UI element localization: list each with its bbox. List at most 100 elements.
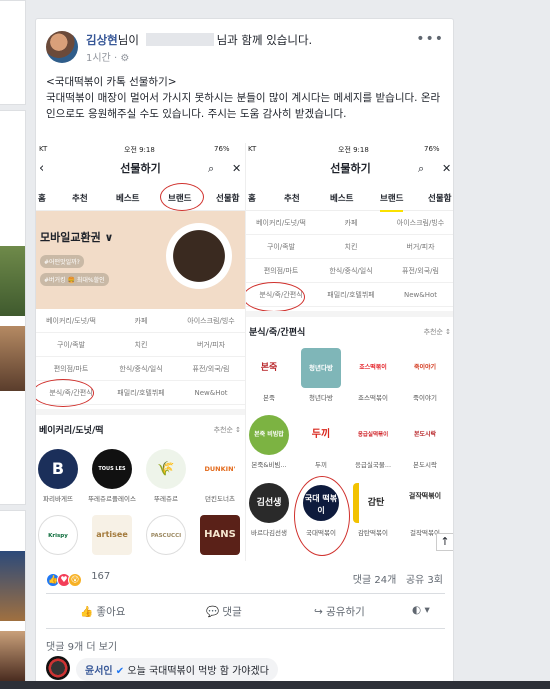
brand-logo[interactable]: 🌾 [146, 449, 186, 489]
tab-brand[interactable]: 브랜드 [380, 192, 404, 212]
commenter-name[interactable]: 윤서인 [85, 666, 113, 677]
view-more-comments-link[interactable]: 댓글 9개 더 보기 [46, 638, 117, 653]
share-count[interactable]: 공유 3회 [406, 575, 443, 586]
left-card-image[interactable] [0, 551, 25, 621]
sort-dropdown[interactable]: 추천순 ↕ [214, 425, 241, 435]
category-item[interactable]: 분식/죽/간편식 [36, 381, 106, 405]
brand-logo[interactable]: artisee [92, 515, 132, 555]
close-icon[interactable]: ✕ [232, 155, 241, 183]
with-prefix: 님이 [117, 33, 143, 47]
banner-tag: #어떤맛일까? [40, 255, 84, 268]
category-item[interactable]: 베이커리/도넛/떡 [36, 309, 106, 333]
post-time[interactable]: 1시간 · ⚙ [86, 49, 129, 64]
thumbs-up-icon: 👍 [80, 606, 97, 618]
brand-logo[interactable]: 죠스떡볶이 [353, 348, 393, 388]
comment-count[interactable]: 댓글 24개 [353, 575, 397, 586]
settings-icon: ⚙ [120, 53, 130, 64]
left-card-image[interactable] [0, 631, 25, 681]
category-item[interactable]: 베이커리/도넛/떡 [246, 211, 316, 235]
category-item[interactable]: 편의점/마트 [246, 259, 316, 283]
close-icon[interactable]: ✕ [442, 155, 451, 183]
category-item[interactable]: 분식/죽/간편식 [246, 283, 316, 307]
reaction-count: 167 [91, 571, 111, 582]
brand-label: 청년다방 [309, 394, 333, 402]
tab-home[interactable]: 홈 [38, 192, 46, 204]
brand-logo[interactable]: 국대 떡볶이 [301, 483, 341, 523]
brand-logo[interactable]: 응급실떡볶이 [353, 415, 393, 455]
brand-logo[interactable]: DUNKIN' [200, 449, 240, 489]
brand-logo[interactable]: 걸작떡볶이 [405, 483, 445, 523]
author-avatar[interactable] [46, 31, 78, 63]
category-item[interactable]: 아이스크림/빙수 [386, 211, 453, 235]
search-icon[interactable]: ⌕ [208, 155, 214, 183]
category-item[interactable]: 퓨전/외국/림 [176, 357, 245, 381]
tab-giftbox[interactable]: 선물함 [216, 192, 239, 204]
back-icon[interactable]: ‹ [39, 155, 44, 183]
category-item[interactable]: 버거/피자 [176, 333, 245, 357]
category-item[interactable]: 패밀리/호텔뷔페 [316, 283, 386, 307]
clock: 오전 9:18 [124, 146, 155, 154]
category-item[interactable]: 카페 [316, 211, 386, 235]
brand-logo[interactable]: B [38, 449, 78, 489]
category-item[interactable]: 버거/피자 [386, 235, 453, 259]
section-title: 베이커리/도넛/떡 [39, 426, 104, 436]
category-item[interactable]: 패밀리/호텔뷔페 [106, 381, 176, 405]
brand-logo[interactable]: 청년다방 [301, 348, 341, 388]
more-options-icon[interactable]: ••• [416, 31, 444, 47]
brand-logo[interactable]: 본죽 [249, 348, 289, 388]
post-image[interactable]: KT 오전 9:18 76% ‹ 선물하기 ⌕ ✕ 홈 추천 베스트 브랜드 선… [36, 143, 453, 561]
share-button[interactable]: ↪ 공유하기 [314, 604, 365, 619]
left-card-image[interactable] [0, 326, 25, 391]
brand-logo[interactable]: 죽이야기 [405, 348, 445, 388]
category-item[interactable]: 편의점/마트 [36, 357, 106, 381]
status-bar: KT 오전 9:18 76% [246, 143, 453, 155]
category-item[interactable]: New&Hot [176, 381, 245, 405]
sort-dropdown[interactable]: 추천순 ↕ [424, 327, 451, 337]
brand-logo[interactable]: 본죽 비빔밥 [249, 415, 289, 455]
brand-label: 응급실국물... [354, 461, 392, 469]
brand-label: 뚜레쥬르 [154, 495, 178, 503]
audience-selector[interactable]: ◐ ▾ [412, 604, 430, 616]
category-item[interactable]: 구이/족발 [246, 235, 316, 259]
brand-logo[interactable]: Krispy Kreme [38, 515, 78, 555]
brand-logo[interactable]: 감탄 [353, 483, 393, 523]
brand-logo[interactable]: TOUS LES JOURS [92, 449, 132, 489]
category-item[interactable]: 퓨전/외국/림 [386, 259, 453, 283]
scroll-top-icon[interactable]: ↑ [436, 533, 453, 551]
promo-banner[interactable]: 모바일교환권 ∨ #어떤맛일까? #버거킹 🍔 최대%할인 [36, 211, 245, 309]
section-title: 분식/죽/간편식 [249, 328, 306, 338]
category-item[interactable]: New&Hot [386, 283, 453, 307]
category-item[interactable]: 치킨 [316, 235, 386, 259]
category-item[interactable]: 한식/중식/일식 [106, 357, 176, 381]
left-card-image[interactable] [0, 246, 25, 316]
comment-button[interactable]: 💬 댓글 [206, 604, 242, 619]
category-item[interactable]: 아이스크림/빙수 [176, 309, 245, 333]
brand-logo[interactable]: 두끼 [301, 415, 341, 455]
carrier: KT [248, 145, 257, 153]
category-item[interactable]: 치킨 [106, 333, 176, 357]
post-text: <국대떡볶이 카톡 선물하기> 국대떡볶이 매장이 멀어서 가시지 못하시는 분… [46, 76, 441, 120]
reaction-summary[interactable]: 👍 ♥ 😮 167 [46, 571, 110, 587]
commenter-avatar[interactable] [46, 656, 70, 680]
tab-best[interactable]: 베스트 [330, 192, 353, 204]
author-name[interactable]: 김상현 [86, 33, 118, 47]
search-icon[interactable]: ⌕ [418, 155, 424, 183]
tab-recommend[interactable]: 추천 [72, 192, 88, 204]
brand-logo[interactable]: PASCUCCI [146, 515, 186, 555]
post-time-text[interactable]: 1시간 · [86, 53, 120, 64]
category-item[interactable]: 카페 [106, 309, 176, 333]
tab-home[interactable]: 홈 [248, 192, 256, 204]
brand-label: 두끼 [315, 461, 327, 469]
left-card [0, 110, 26, 505]
tab-best[interactable]: 베스트 [116, 192, 139, 204]
like-button[interactable]: 👍 좋아요 [80, 604, 125, 619]
tab-recommend[interactable]: 추천 [284, 192, 300, 204]
tab-giftbox[interactable]: 선물함 [428, 192, 451, 204]
brand-label: 바르다김선생 [251, 529, 287, 537]
brand-logo[interactable]: HANS [200, 515, 240, 555]
category-item[interactable]: 한식/중식/일식 [316, 259, 386, 283]
category-item[interactable]: 구이/족발 [36, 333, 106, 357]
brand-logo[interactable]: 김선생 [249, 483, 289, 523]
brand-logo[interactable]: 본도시락 [405, 415, 445, 455]
tab-brand[interactable]: 브랜드 [168, 192, 191, 204]
